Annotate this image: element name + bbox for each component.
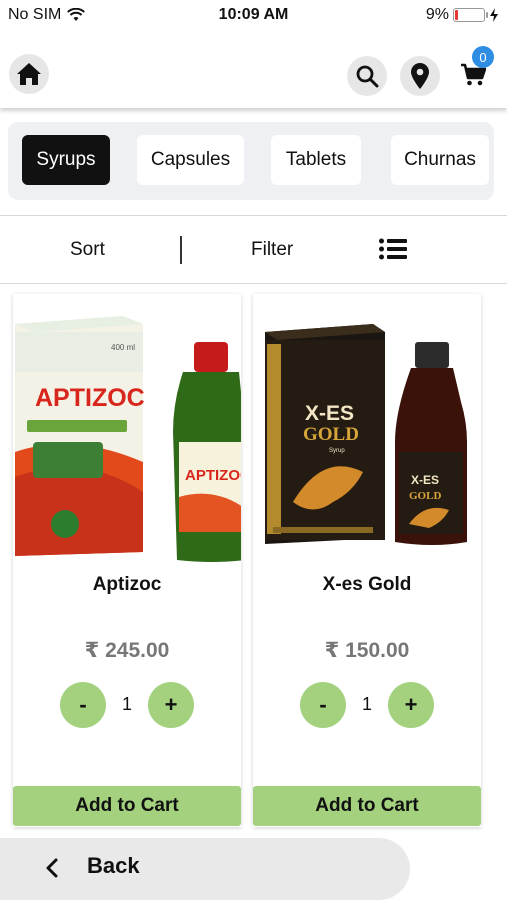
aptizoc-box-brand: APTIZOC bbox=[35, 384, 145, 412]
product-card[interactable]: APTIZOC 400 ml APTIZOC Aptizoc ₹ 245.00 … bbox=[13, 294, 241, 827]
home-button[interactable] bbox=[9, 54, 49, 94]
xes-box-gold: GOLD bbox=[303, 424, 359, 445]
back-button[interactable] bbox=[0, 838, 410, 900]
charging-bolt-icon bbox=[490, 8, 498, 22]
divider bbox=[0, 215, 507, 216]
tab-churnas[interactable]: Churnas bbox=[391, 135, 489, 185]
add-to-cart-button[interactable]: Add to Cart bbox=[253, 786, 481, 826]
sort-button[interactable]: Sort bbox=[70, 239, 105, 261]
decrement-button[interactable]: - bbox=[60, 682, 106, 728]
tab-capsules[interactable]: Capsules bbox=[137, 135, 244, 185]
battery-level bbox=[455, 10, 458, 20]
aptizoc-box-volume: 400 ml bbox=[111, 343, 135, 352]
decrement-button[interactable]: - bbox=[300, 682, 346, 728]
xes-box-brand: X-ES bbox=[305, 402, 354, 425]
add-to-cart-button[interactable]: Add to Cart bbox=[13, 786, 241, 826]
divider bbox=[0, 283, 507, 284]
home-icon bbox=[17, 63, 41, 85]
category-tabs: Syrups Capsules Tablets Churnas bbox=[8, 122, 494, 200]
product-name[interactable]: Aptizoc bbox=[13, 574, 241, 596]
aptizoc-product-art: APTIZOC 400 ml APTIZOC bbox=[15, 316, 241, 562]
cart-count-badge: 0 bbox=[472, 46, 494, 68]
quantity-value: 1 bbox=[361, 694, 372, 714]
product-price: ₹ 245.00 bbox=[84, 639, 170, 662]
search-icon bbox=[356, 65, 379, 88]
product-image[interactable]: APTIZOC 400 ml APTIZOC bbox=[13, 302, 241, 564]
list-view-icon[interactable] bbox=[379, 238, 407, 260]
product-card[interactable]: X-ES GOLD Syrup X-ES GOLD X-es Gold ₹ 15… bbox=[253, 294, 481, 827]
product-price: ₹ 150.00 bbox=[324, 639, 410, 662]
xes-bottle-brand: X-ES bbox=[411, 473, 439, 487]
tab-syrups[interactable]: Syrups bbox=[22, 135, 110, 185]
xes-gold-product-art: X-ES GOLD Syrup X-ES GOLD bbox=[265, 324, 467, 545]
quantity-value: 1 bbox=[121, 694, 132, 714]
location-pin-icon bbox=[411, 63, 429, 89]
battery-percent: 9% bbox=[425, 6, 449, 23]
filter-button[interactable]: Filter bbox=[251, 239, 293, 261]
increment-button[interactable]: + bbox=[388, 682, 434, 728]
xes-box-sub: Syrup bbox=[329, 448, 345, 454]
battery-icon bbox=[453, 8, 488, 22]
product-name[interactable]: X-es Gold bbox=[253, 574, 481, 596]
status-bar: No SIM 10:09 AM 9% bbox=[0, 0, 507, 30]
chevron-left-icon bbox=[46, 858, 58, 878]
product-image[interactable]: X-ES GOLD Syrup X-ES GOLD bbox=[253, 302, 481, 564]
aptizoc-bottle-brand: APTIZOC bbox=[185, 467, 241, 484]
back-label: Back bbox=[87, 853, 140, 878]
status-right: 9% bbox=[426, 6, 499, 24]
increment-button[interactable]: + bbox=[148, 682, 194, 728]
toolbar-separator bbox=[180, 236, 182, 264]
search-button[interactable] bbox=[347, 56, 387, 96]
location-button[interactable] bbox=[400, 56, 440, 96]
app-header: 0 bbox=[0, 30, 507, 108]
tab-tablets[interactable]: Tablets bbox=[271, 135, 361, 185]
xes-bottle-gold: GOLD bbox=[409, 490, 441, 502]
